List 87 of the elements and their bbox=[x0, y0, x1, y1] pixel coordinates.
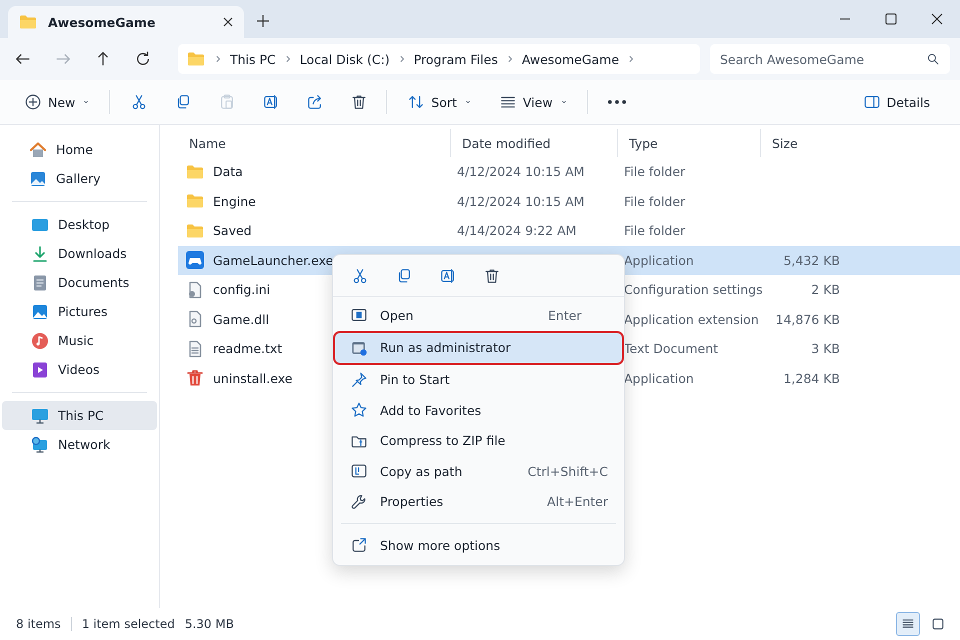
breadcrumb[interactable]: AwesomeGame bbox=[522, 52, 620, 66]
breadcrumb[interactable]: Local Disk (C:) bbox=[300, 52, 390, 66]
size-cell: 2 KB bbox=[811, 282, 840, 298]
type-cell: Application bbox=[624, 252, 694, 268]
file-name: uninstall.exe bbox=[213, 370, 292, 386]
close-icon[interactable] bbox=[931, 13, 943, 25]
item-count: 8 items bbox=[16, 617, 61, 631]
breadcrumb[interactable]: Program Files bbox=[414, 52, 498, 66]
cut-icon bbox=[351, 266, 369, 284]
menu-item[interactable]: Open Enter bbox=[333, 300, 624, 330]
size-cell: 1,284 KB bbox=[783, 370, 840, 386]
pin-icon bbox=[350, 370, 368, 389]
selection-size: 5.30 MB bbox=[184, 617, 234, 631]
sidebar-item[interactable]: This PC bbox=[2, 401, 157, 430]
expand-icon bbox=[350, 536, 368, 554]
details-view-button[interactable] bbox=[896, 612, 920, 636]
file-name: readme.txt bbox=[213, 341, 282, 356]
menu-item[interactable]: Add to Favorites bbox=[333, 395, 624, 426]
size-cell: 5,432 KB bbox=[783, 252, 840, 268]
house-icon bbox=[28, 140, 48, 160]
gamepad-icon bbox=[185, 250, 205, 270]
details-button[interactable]: Details bbox=[852, 86, 940, 118]
file-name: Saved bbox=[213, 223, 252, 238]
file-name: Game.dll bbox=[213, 312, 270, 327]
sort-button[interactable]: Sort bbox=[397, 86, 483, 118]
type-cell: File folder bbox=[624, 164, 686, 180]
search-icon bbox=[926, 52, 940, 66]
video-icon bbox=[30, 360, 50, 380]
sidebar-item[interactable]: Downloads bbox=[2, 239, 157, 268]
search-field[interactable]: Search AwesomeGame bbox=[710, 44, 950, 74]
size-cell: 14,876 KB bbox=[776, 312, 840, 327]
column-header[interactable]: Date modified bbox=[450, 129, 617, 157]
menu-item[interactable]: Copy as path Ctrl+Shift+C bbox=[333, 456, 624, 486]
menu-item[interactable]: Run as administrator bbox=[333, 330, 624, 364]
breadcrumb[interactable]: This PC bbox=[230, 52, 276, 66]
view-button[interactable]: View bbox=[488, 86, 579, 118]
date-cell: 4/12/2024 10:15 AM bbox=[457, 164, 584, 180]
network-icon bbox=[30, 434, 50, 454]
type-cell: File folder bbox=[624, 223, 686, 238]
sidebar-item[interactable]: Gallery bbox=[0, 164, 159, 193]
column-header[interactable]: Name bbox=[178, 129, 450, 157]
column-header[interactable]: Size bbox=[760, 129, 850, 157]
file-name: GameLauncher.exe bbox=[213, 252, 334, 268]
column-header[interactable]: Type bbox=[617, 129, 760, 157]
size-cell: 3 KB bbox=[811, 341, 840, 356]
menu-item[interactable]: Pin to Start bbox=[333, 364, 624, 395]
type-cell: Application extension bbox=[624, 312, 759, 327]
wrench-icon bbox=[350, 492, 368, 511]
new-button[interactable]: New bbox=[14, 86, 102, 118]
refresh-icon[interactable] bbox=[134, 50, 152, 68]
star-icon bbox=[350, 401, 368, 420]
trash-icon bbox=[185, 368, 205, 388]
sidebar-item[interactable]: Home bbox=[0, 135, 159, 164]
sidebar-item[interactable]: Network bbox=[2, 430, 157, 459]
sidebar-item[interactable]: Documents bbox=[2, 268, 157, 297]
menu-item[interactable]: Compress to ZIP file bbox=[333, 426, 624, 456]
date-cell: 4/14/2024 9:22 AM bbox=[457, 223, 576, 238]
menu-item[interactable]: Properties Alt+Enter bbox=[333, 486, 624, 517]
type-cell: Application bbox=[624, 370, 694, 386]
sidebar-item[interactable]: Desktop bbox=[2, 210, 157, 239]
path-icon bbox=[350, 462, 368, 480]
file-name: Engine bbox=[213, 194, 256, 209]
plus-icon[interactable] bbox=[256, 14, 270, 28]
type-cell: Configuration settings bbox=[624, 282, 763, 298]
sidebar-item[interactable]: Music bbox=[2, 326, 157, 355]
type-cell: File folder bbox=[624, 194, 686, 209]
sidebar-item[interactable]: Pictures bbox=[2, 297, 157, 326]
address-bar[interactable]: This PC Local Disk (C:) Program Files AwesomeGame bbox=[178, 44, 700, 74]
file-name: Data bbox=[213, 164, 243, 180]
file-name: config.ini bbox=[213, 282, 270, 298]
music-icon bbox=[30, 330, 50, 350]
trash-icon bbox=[350, 93, 368, 111]
sort-icon bbox=[407, 93, 426, 111]
window-tab[interactable]: AwesomeGame bbox=[8, 6, 244, 38]
menu-item[interactable]: Show more options bbox=[333, 530, 624, 560]
more-icon bbox=[608, 100, 626, 104]
details-pane-icon bbox=[862, 93, 881, 111]
rename-icon bbox=[439, 266, 457, 284]
selection-info: 1 item selected bbox=[82, 617, 175, 631]
trash-icon bbox=[483, 266, 501, 284]
close-icon[interactable] bbox=[222, 16, 234, 28]
sidebar-item[interactable]: Videos bbox=[2, 355, 157, 384]
date-cell: 4/12/2024 10:15 AM bbox=[457, 194, 584, 209]
add-icon bbox=[24, 93, 42, 111]
maximize-icon[interactable] bbox=[885, 13, 897, 25]
tiles-view-icon bbox=[930, 616, 946, 632]
type-cell: Text Document bbox=[624, 341, 718, 356]
